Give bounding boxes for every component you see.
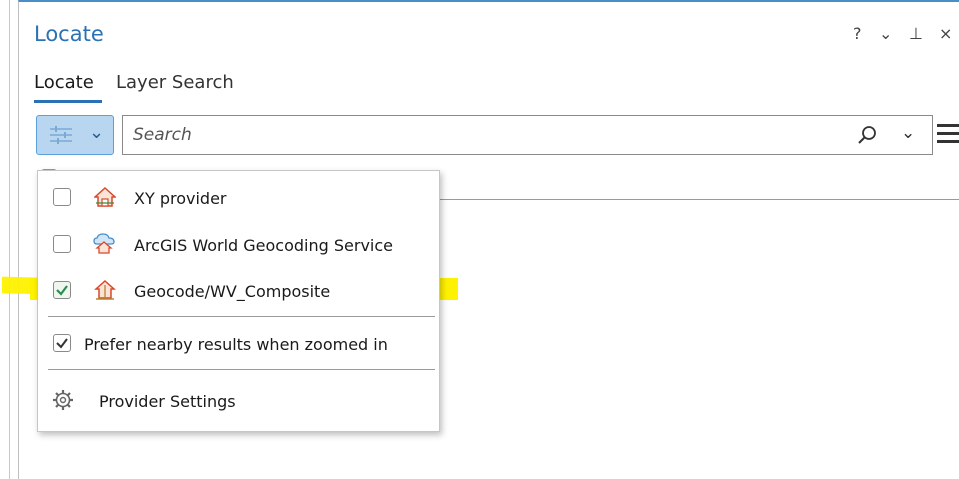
- provider-dropdown: XY provider ArcGIS World Geocoding Servi…: [37, 170, 440, 432]
- prefer-nearby-label: Prefer nearby results when zoomed in: [84, 335, 388, 354]
- pane-controls: ? ⌄ ⊥ ×: [849, 24, 959, 46]
- provider-label: XY provider: [134, 189, 227, 208]
- provider-checkbox[interactable]: [53, 235, 71, 253]
- options-dropdown-button[interactable]: ⌄: [879, 24, 892, 43]
- provider-item-geocode-wv[interactable]: Geocode/WV_Composite: [38, 270, 439, 310]
- gear-icon: [53, 390, 73, 410]
- menu-icon[interactable]: [937, 124, 959, 144]
- checkmark-icon: [56, 338, 68, 349]
- sliders-icon: [50, 126, 72, 144]
- search-input[interactable]: [133, 123, 833, 147]
- divider: [439, 199, 959, 200]
- locator-house-icon: [94, 279, 116, 300]
- left-panel-edge: [0, 0, 10, 479]
- provider-settings-label: Provider Settings: [99, 392, 236, 411]
- menu-separator: [48, 369, 435, 370]
- chevron-down-icon: ⌄: [89, 122, 105, 143]
- provider-label: Geocode/WV_Composite: [134, 282, 331, 301]
- tab-locate[interactable]: Locate: [34, 72, 94, 93]
- close-button[interactable]: ×: [939, 24, 952, 43]
- search-box: ⌄: [122, 115, 933, 155]
- help-button[interactable]: ?: [853, 24, 862, 43]
- checkmark-icon: [56, 285, 68, 296]
- active-tab-indicator: [34, 100, 102, 103]
- pane-title: Locate: [34, 22, 104, 46]
- menu-separator: [48, 316, 435, 317]
- provider-settings-item[interactable]: Provider Settings: [38, 381, 439, 421]
- provider-item-xy[interactable]: XY provider: [38, 177, 439, 217]
- house-icon: [94, 186, 116, 207]
- locator-provider-button[interactable]: ⌄: [36, 115, 114, 155]
- provider-checkbox-checked[interactable]: [53, 281, 71, 299]
- provider-item-arcgis-world[interactable]: ArcGIS World Geocoding Service: [38, 224, 439, 264]
- search-icon[interactable]: [857, 124, 879, 146]
- tab-layer-search[interactable]: Layer Search: [116, 72, 234, 93]
- provider-checkbox[interactable]: [53, 188, 71, 206]
- prefer-nearby-checkbox[interactable]: [53, 334, 71, 352]
- cloud-house-icon: [93, 233, 115, 254]
- pin-button[interactable]: ⊥: [909, 24, 923, 43]
- search-options-chevron-icon[interactable]: ⌄: [901, 123, 915, 143]
- provider-label: ArcGIS World Geocoding Service: [134, 236, 393, 255]
- prefer-nearby-option[interactable]: Prefer nearby results when zoomed in: [38, 323, 439, 363]
